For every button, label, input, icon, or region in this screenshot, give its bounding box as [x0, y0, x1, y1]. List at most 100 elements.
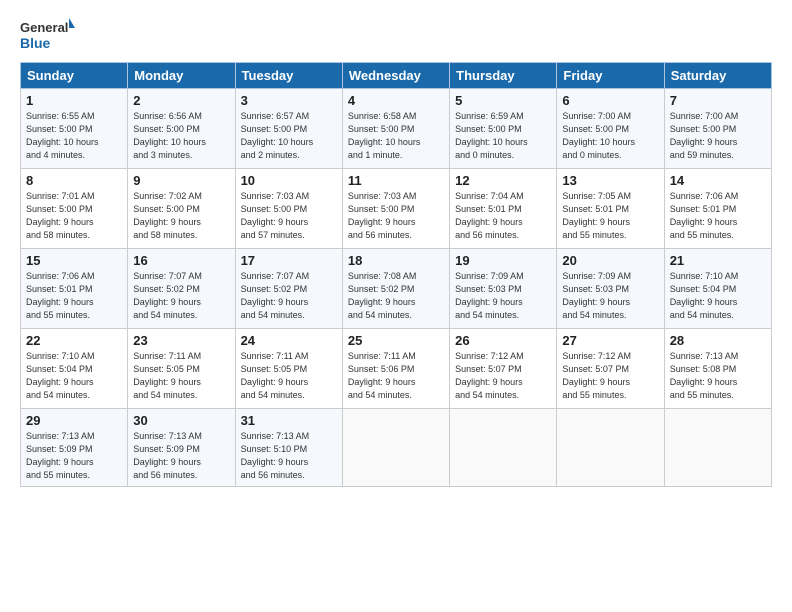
calendar-cell: 21 Sunrise: 7:10 AM Sunset: 5:04 PM Dayli…: [664, 249, 771, 329]
day-info: Sunrise: 7:06 AM Sunset: 5:01 PM Dayligh…: [26, 270, 122, 322]
day-number: 2: [133, 93, 229, 108]
day-number: 19: [455, 253, 551, 268]
calendar-cell: 9Sunrise: 7:02 AM Sunset: 5:00 PM Daylig…: [128, 169, 235, 249]
day-number: 31: [241, 413, 337, 428]
day-info: Sunrise: 7:13 AM Sunset: 5:10 PM Dayligh…: [241, 430, 337, 482]
calendar-cell: 17 Sunrise: 7:07 AM Sunset: 5:02 PM Dayli…: [235, 249, 342, 329]
calendar-cell: 15 Sunrise: 7:06 AM Sunset: 5:01 PM Dayli…: [21, 249, 128, 329]
day-info: Sunrise: 7:09 AM Sunset: 5:03 PM Dayligh…: [562, 270, 658, 322]
svg-text:Blue: Blue: [20, 35, 51, 51]
calendar-cell: [342, 409, 449, 487]
calendar-cell: 1 Sunrise: 6:55 AM Sunset: 5:00 PM Daylig…: [21, 89, 128, 169]
day-number: 1: [26, 93, 122, 108]
calendar-cell: 8 Sunrise: 7:01 AM Sunset: 5:00 PM Daylig…: [21, 169, 128, 249]
calendar-cell: 4Sunrise: 6:58 AM Sunset: 5:00 PM Daylig…: [342, 89, 449, 169]
calendar-cell: 23 Sunrise: 7:11 AM Sunset: 5:05 PM Dayli…: [128, 329, 235, 409]
page: General Blue SundayMondayTuesdayWednesda…: [0, 0, 792, 612]
day-number: 17: [241, 253, 337, 268]
day-info: Sunrise: 7:12 AM Sunset: 5:07 PM Dayligh…: [562, 350, 658, 402]
day-info: Sunrise: 7:13 AM Sunset: 5:09 PM Dayligh…: [26, 430, 122, 482]
day-info: Sunrise: 6:55 AM Sunset: 5:00 PM Dayligh…: [26, 110, 122, 162]
day-info: Sunrise: 7:06 AM Sunset: 5:01 PM Dayligh…: [670, 190, 766, 242]
day-number: 18: [348, 253, 444, 268]
calendar-cell: 6Sunrise: 7:00 AM Sunset: 5:00 PM Daylig…: [557, 89, 664, 169]
day-number: 7: [670, 93, 766, 108]
day-info: Sunrise: 7:11 AM Sunset: 5:05 PM Dayligh…: [241, 350, 337, 402]
weekday-header-saturday: Saturday: [664, 63, 771, 89]
calendar-cell: 24 Sunrise: 7:11 AM Sunset: 5:05 PM Dayli…: [235, 329, 342, 409]
day-info: Sunrise: 7:07 AM Sunset: 5:02 PM Dayligh…: [241, 270, 337, 322]
calendar-cell: 22 Sunrise: 7:10 AM Sunset: 5:04 PM Dayli…: [21, 329, 128, 409]
weekday-header-tuesday: Tuesday: [235, 63, 342, 89]
calendar-cell: 7 Sunrise: 7:00 AM Sunset: 5:00 PM Daylig…: [664, 89, 771, 169]
day-number: 3: [241, 93, 337, 108]
calendar-cell: 25 Sunrise: 7:11 AM Sunset: 5:06 PM Dayli…: [342, 329, 449, 409]
day-number: 8: [26, 173, 122, 188]
logo-svg: General Blue: [20, 16, 75, 52]
day-number: 22: [26, 333, 122, 348]
calendar-cell: 2 Sunrise: 6:56 AM Sunset: 5:00 PM Daylig…: [128, 89, 235, 169]
day-info: Sunrise: 7:05 AM Sunset: 5:01 PM Dayligh…: [562, 190, 658, 242]
day-info: Sunrise: 7:10 AM Sunset: 5:04 PM Dayligh…: [26, 350, 122, 402]
calendar-cell: 30Sunrise: 7:13 AM Sunset: 5:09 PM Dayli…: [128, 409, 235, 487]
weekday-header-thursday: Thursday: [450, 63, 557, 89]
day-info: Sunrise: 7:08 AM Sunset: 5:02 PM Dayligh…: [348, 270, 444, 322]
day-number: 21: [670, 253, 766, 268]
day-number: 20: [562, 253, 658, 268]
calendar-cell: 11Sunrise: 7:03 AM Sunset: 5:00 PM Dayli…: [342, 169, 449, 249]
calendar-cell: [450, 409, 557, 487]
calendar-cell: 27 Sunrise: 7:12 AM Sunset: 5:07 PM Dayli…: [557, 329, 664, 409]
day-number: 13: [562, 173, 658, 188]
day-number: 12: [455, 173, 551, 188]
calendar-cell: 5Sunrise: 6:59 AM Sunset: 5:00 PM Daylig…: [450, 89, 557, 169]
day-number: 5: [455, 93, 551, 108]
day-info: Sunrise: 7:01 AM Sunset: 5:00 PM Dayligh…: [26, 190, 122, 242]
day-info: Sunrise: 7:11 AM Sunset: 5:06 PM Dayligh…: [348, 350, 444, 402]
day-info: Sunrise: 7:09 AM Sunset: 5:03 PM Dayligh…: [455, 270, 551, 322]
calendar-cell: 28 Sunrise: 7:13 AM Sunset: 5:08 PM Dayli…: [664, 329, 771, 409]
calendar-table: SundayMondayTuesdayWednesdayThursdayFrid…: [20, 62, 772, 487]
day-number: 14: [670, 173, 766, 188]
calendar-cell: 19 Sunrise: 7:09 AM Sunset: 5:03 PM Dayli…: [450, 249, 557, 329]
day-number: 25: [348, 333, 444, 348]
svg-text:General: General: [20, 20, 68, 35]
day-number: 9: [133, 173, 229, 188]
day-info: Sunrise: 7:00 AM Sunset: 5:00 PM Dayligh…: [562, 110, 658, 162]
calendar-cell: [557, 409, 664, 487]
calendar-cell: 31 Sunrise: 7:13 AM Sunset: 5:10 PM Dayli…: [235, 409, 342, 487]
day-info: Sunrise: 6:56 AM Sunset: 5:00 PM Dayligh…: [133, 110, 229, 162]
calendar-cell: 3Sunrise: 6:57 AM Sunset: 5:00 PM Daylig…: [235, 89, 342, 169]
day-number: 27: [562, 333, 658, 348]
calendar-cell: 20 Sunrise: 7:09 AM Sunset: 5:03 PM Dayli…: [557, 249, 664, 329]
calendar-cell: 12 Sunrise: 7:04 AM Sunset: 5:01 PM Dayli…: [450, 169, 557, 249]
day-info: Sunrise: 7:00 AM Sunset: 5:00 PM Dayligh…: [670, 110, 766, 162]
day-info: Sunrise: 7:12 AM Sunset: 5:07 PM Dayligh…: [455, 350, 551, 402]
day-info: Sunrise: 7:11 AM Sunset: 5:05 PM Dayligh…: [133, 350, 229, 402]
day-info: Sunrise: 7:10 AM Sunset: 5:04 PM Dayligh…: [670, 270, 766, 322]
day-info: Sunrise: 7:03 AM Sunset: 5:00 PM Dayligh…: [348, 190, 444, 242]
calendar-cell: 13 Sunrise: 7:05 AM Sunset: 5:01 PM Dayli…: [557, 169, 664, 249]
calendar-cell: 16 Sunrise: 7:07 AM Sunset: 5:02 PM Dayli…: [128, 249, 235, 329]
day-number: 26: [455, 333, 551, 348]
calendar-cell: [664, 409, 771, 487]
calendar-cell: 26 Sunrise: 7:12 AM Sunset: 5:07 PM Dayli…: [450, 329, 557, 409]
day-info: Sunrise: 7:04 AM Sunset: 5:01 PM Dayligh…: [455, 190, 551, 242]
calendar-cell: 29Sunrise: 7:13 AM Sunset: 5:09 PM Dayli…: [21, 409, 128, 487]
calendar-cell: 10 Sunrise: 7:03 AM Sunset: 5:00 PM Dayli…: [235, 169, 342, 249]
day-number: 16: [133, 253, 229, 268]
header: General Blue: [20, 16, 772, 52]
weekday-header-row: SundayMondayTuesdayWednesdayThursdayFrid…: [21, 63, 772, 89]
day-number: 4: [348, 93, 444, 108]
day-info: Sunrise: 7:13 AM Sunset: 5:08 PM Dayligh…: [670, 350, 766, 402]
weekday-header-monday: Monday: [128, 63, 235, 89]
day-number: 28: [670, 333, 766, 348]
day-number: 15: [26, 253, 122, 268]
day-info: Sunrise: 7:13 AM Sunset: 5:09 PM Dayligh…: [133, 430, 229, 482]
calendar-cell: 14 Sunrise: 7:06 AM Sunset: 5:01 PM Dayli…: [664, 169, 771, 249]
weekday-header-sunday: Sunday: [21, 63, 128, 89]
day-number: 10: [241, 173, 337, 188]
day-info: Sunrise: 7:03 AM Sunset: 5:00 PM Dayligh…: [241, 190, 337, 242]
day-info: Sunrise: 7:07 AM Sunset: 5:02 PM Dayligh…: [133, 270, 229, 322]
day-number: 23: [133, 333, 229, 348]
day-number: 24: [241, 333, 337, 348]
